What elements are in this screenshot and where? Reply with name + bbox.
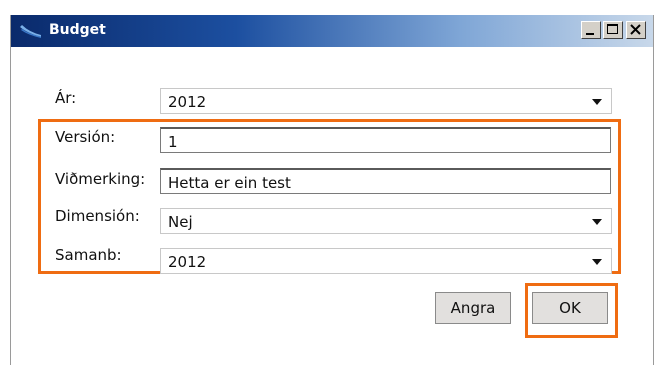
app-icon bbox=[19, 23, 43, 39]
compare-value: 2012 bbox=[168, 253, 207, 271]
version-input[interactable]: 1 bbox=[160, 127, 611, 153]
compare-label: Samanb: bbox=[55, 246, 122, 264]
cancel-button[interactable]: Angra bbox=[435, 292, 511, 324]
chevron-down-icon bbox=[592, 259, 602, 265]
minimize-icon bbox=[586, 33, 594, 35]
maximize-button[interactable] bbox=[603, 21, 623, 39]
dimension-label: Dimensión: bbox=[55, 207, 140, 225]
version-label: Versión: bbox=[55, 128, 116, 146]
remark-input[interactable]: Hetta er ein test bbox=[160, 168, 611, 194]
close-button[interactable] bbox=[626, 21, 646, 39]
ok-button[interactable]: OK bbox=[532, 292, 608, 324]
dimension-value: Nej bbox=[168, 213, 193, 231]
chevron-down-icon bbox=[592, 219, 602, 225]
year-value: 2012 bbox=[168, 93, 207, 111]
chevron-down-icon bbox=[592, 99, 602, 105]
close-icon bbox=[630, 24, 641, 35]
window-title: Budget bbox=[49, 22, 106, 38]
version-value: 1 bbox=[168, 133, 178, 151]
remark-label: Viðmerking: bbox=[55, 170, 146, 188]
compare-select[interactable]: 2012 bbox=[160, 248, 612, 274]
year-select[interactable]: 2012 bbox=[160, 88, 612, 114]
remark-value: Hetta er ein test bbox=[168, 174, 291, 192]
dimension-select[interactable]: Nej bbox=[160, 208, 612, 234]
maximize-icon bbox=[607, 24, 618, 34]
title-bar[interactable]: Budget bbox=[11, 15, 653, 47]
minimize-button[interactable] bbox=[581, 21, 601, 39]
year-label: Ár: bbox=[55, 89, 77, 107]
